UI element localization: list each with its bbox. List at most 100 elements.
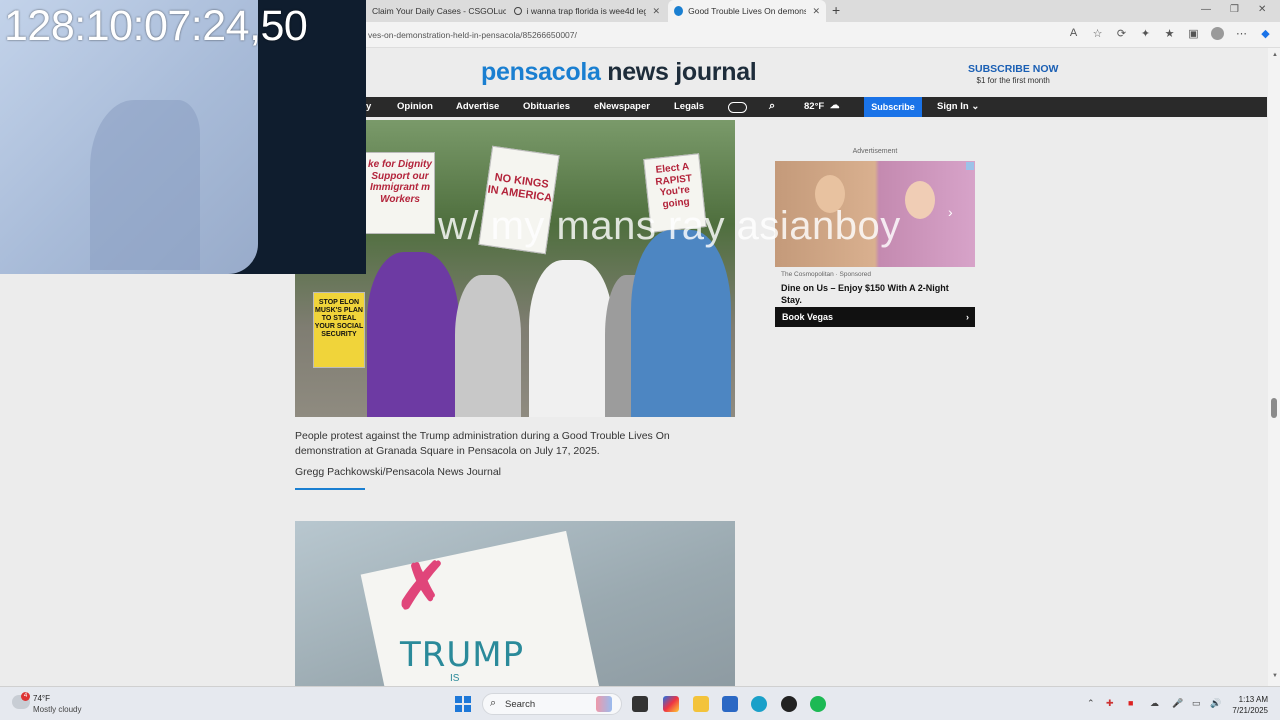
tray-app-icon[interactable]: ■ xyxy=(1128,698,1133,708)
refresh-icon[interactable]: ⟳ xyxy=(1115,27,1128,40)
taskbar-weather-desc[interactable]: Mostly cloudy xyxy=(33,705,81,714)
protest-sign: ke for Dignity Support our Immigrant m W… xyxy=(365,152,435,234)
task-view-icon[interactable] xyxy=(632,696,648,712)
tab-csgoluck[interactable]: Claim Your Daily Cases - CSGOLuck xyxy=(366,0,506,22)
spotify-icon[interactable] xyxy=(810,696,826,712)
windows-taskbar: 4 74°F Mostly cloudy ⌕ Search ⌃ ✚ ■ ☁ 🎤 … xyxy=(0,686,1280,720)
nav-item-enewspaper[interactable]: eNewspaper xyxy=(594,101,650,112)
logo-part-2: news journal xyxy=(607,58,757,86)
site-logo[interactable]: pensacola news journal xyxy=(481,58,757,87)
maximize-icon[interactable]: ❐ xyxy=(1230,4,1239,15)
minimize-icon[interactable]: — xyxy=(1201,4,1211,15)
search-icon: ⌕ xyxy=(490,697,497,709)
protester xyxy=(631,230,731,417)
sign-text-is: IS xyxy=(450,673,460,684)
close-icon[interactable]: ✕ xyxy=(812,6,820,17)
nav-item-legals[interactable]: Legals xyxy=(674,101,704,112)
obs-icon[interactable] xyxy=(781,696,797,712)
url-field[interactable]: ves-on-demonstration-held-in-pensacola/8… xyxy=(368,30,577,40)
edge-browser-icon[interactable] xyxy=(751,696,767,712)
webcam-shirt-fold xyxy=(90,100,200,270)
file-explorer-icon[interactable] xyxy=(693,696,709,712)
site-nav: y Opinion Advertise Obituaries eNewspape… xyxy=(366,97,1267,117)
scroll-down-icon[interactable]: ▼ xyxy=(1272,673,1278,679)
chevron-down-icon: ⌄ xyxy=(971,101,980,112)
ad-person xyxy=(905,181,935,219)
divider xyxy=(295,488,365,490)
onedrive-icon[interactable]: ☁ xyxy=(1150,698,1159,709)
profile-avatar[interactable] xyxy=(1211,27,1224,40)
protester xyxy=(367,252,459,417)
ad-choices-icon[interactable] xyxy=(966,162,974,170)
taskbar-clock[interactable]: 1:13 AM 7/21/2025 xyxy=(1226,694,1268,716)
subscribe-subtitle: $1 for the first month xyxy=(976,76,1050,85)
close-icon[interactable]: ✕ xyxy=(652,6,660,17)
widgets-icon[interactable] xyxy=(596,696,612,712)
search-label: Search xyxy=(505,699,536,710)
nav-item-advertise[interactable]: Advertise xyxy=(456,101,499,112)
favorite-star-icon[interactable]: ☆ xyxy=(1091,27,1104,40)
subscribe-button[interactable]: Subscribe xyxy=(864,97,922,117)
copilot-icon[interactable]: ◆ xyxy=(1259,27,1272,40)
wifi-icon[interactable]: ▭ xyxy=(1192,698,1201,709)
scrollbar-thumb[interactable] xyxy=(1271,398,1277,418)
article-photo-trump-sign[interactable]: ✗ TRUMP IS xyxy=(295,521,735,686)
favorites-icon[interactable]: ★ xyxy=(1163,27,1176,40)
protester xyxy=(529,260,613,417)
subscribe-title: SUBSCRIBE NOW xyxy=(968,63,1059,75)
sign-in-button[interactable]: Sign In ⌄ xyxy=(937,101,979,112)
games-controller-icon[interactable] xyxy=(728,102,747,113)
stream-overlay-text: w/ my mans ray asianboy xyxy=(438,204,901,248)
new-tab-button[interactable]: + xyxy=(832,2,840,18)
weather-temp[interactable]: 82°F xyxy=(804,101,824,112)
chevron-right-icon: › xyxy=(966,312,969,322)
more-menu-icon[interactable]: ⋯ xyxy=(1235,27,1248,40)
clock-date: 7/21/2025 xyxy=(1232,706,1268,715)
protest-sign: STOP ELON MUSK'S PLAN TO STEAL YOUR SOCI… xyxy=(313,292,365,368)
ad-label: Advertisement xyxy=(852,148,898,155)
notification-badge: 4 xyxy=(21,692,30,701)
chevron-up-icon[interactable]: ⌃ xyxy=(1087,698,1095,709)
photo-caption: People protest against the Trump adminis… xyxy=(295,430,670,457)
tab-search[interactable]: i wanna trap florida is wee4d legal ✕ xyxy=(508,0,666,22)
page-scrollbar[interactable] xyxy=(1268,48,1280,686)
taskbar-weather-temp[interactable]: 74°F xyxy=(33,694,50,703)
extensions-icon[interactable]: ✦ xyxy=(1139,27,1152,40)
sign-text-trump: TRUMP xyxy=(400,635,525,675)
photo-credit: Gregg Pachkowski/Pensacola News Journal xyxy=(295,466,502,478)
tab-label: i wanna trap florida is wee4d legal xyxy=(526,6,647,16)
nav-item-obituaries[interactable]: Obituaries xyxy=(523,101,570,112)
tab-label: Claim Your Daily Cases - CSGOLuck xyxy=(372,6,506,16)
volume-icon[interactable]: 🔊 xyxy=(1210,698,1221,709)
weather-cloud-icon: ☁ xyxy=(830,100,840,111)
chevron-right-icon[interactable]: › xyxy=(948,204,953,220)
collections-icon[interactable]: ▣ xyxy=(1187,27,1200,40)
scroll-up-icon[interactable]: ▲ xyxy=(1272,52,1278,58)
tray-app-icon[interactable]: ✚ xyxy=(1106,698,1114,709)
window-close-icon[interactable]: ✕ xyxy=(1258,4,1266,15)
ad-cta-button[interactable]: Book Vegas › xyxy=(775,307,975,327)
crossed-out-mark: ✗ xyxy=(395,550,449,622)
ad-source: The Cosmopolitan · Sponsored xyxy=(781,271,871,278)
microphone-icon[interactable]: 🎤 xyxy=(1172,698,1183,709)
subscribe-promo[interactable]: SUBSCRIBE NOW $1 for the first month xyxy=(968,63,1058,85)
store-icon[interactable] xyxy=(722,696,738,712)
clock-time: 1:13 AM xyxy=(1238,695,1268,704)
tab-good-trouble[interactable]: Good Trouble Lives On demonstra ✕ xyxy=(668,0,826,22)
stream-timer: 128:10:07:24,50 xyxy=(4,2,308,50)
ad-cta-label: Book Vegas xyxy=(782,312,834,322)
windows-start-icon[interactable] xyxy=(455,696,471,712)
toolbar-icons: A ☆ ⟳ ✦ ★ ▣ ⋯ ◆ xyxy=(1067,27,1272,40)
search-icon[interactable]: ⌕ xyxy=(769,100,775,113)
copilot-app-icon[interactable] xyxy=(663,696,679,712)
sign-in-label: Sign In xyxy=(937,101,969,112)
protester xyxy=(455,275,521,417)
nav-item-money[interactable]: y xyxy=(366,101,371,112)
logo-part-1: pensacola xyxy=(481,58,601,86)
site-favicon-icon xyxy=(674,6,684,16)
read-aloud-icon[interactable]: A xyxy=(1067,27,1080,40)
tab-label: Good Trouble Lives On demonstra xyxy=(688,6,807,16)
nav-item-opinion[interactable]: Opinion xyxy=(397,101,433,112)
search-icon xyxy=(514,7,522,15)
ad-title[interactable]: Dine on Us – Enjoy $150 With A 2-Night S… xyxy=(781,282,969,306)
